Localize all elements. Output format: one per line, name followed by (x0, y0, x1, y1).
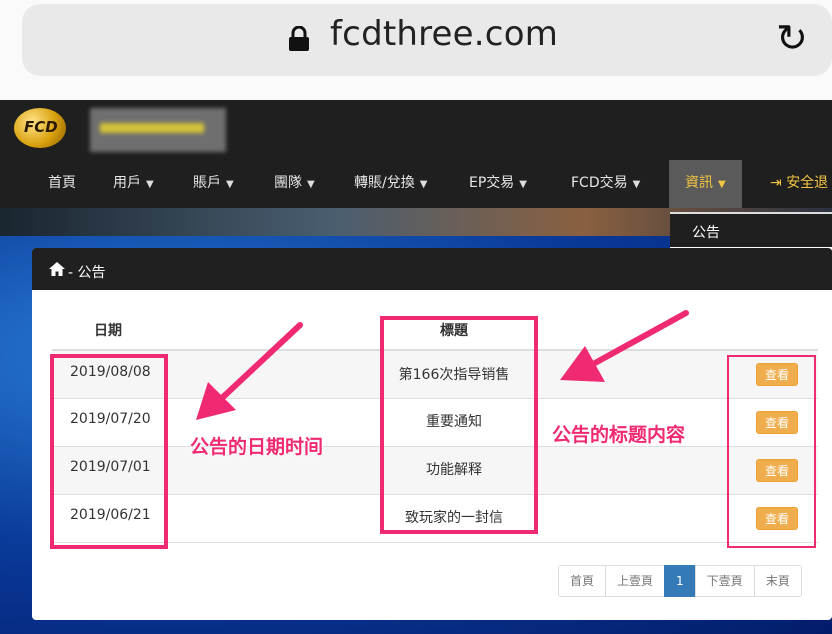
pagination: 首頁 上壹頁 1 下壹頁 末頁 (558, 565, 802, 597)
dropdown-item-announcement[interactable]: 公告 (692, 222, 720, 242)
caret-down-icon: ▼ (146, 179, 154, 190)
nav-item-account[interactable]: 賬戶 ▼ (193, 160, 234, 208)
main-nav: 首頁 用戶 ▼ 賬戶 ▼ 團隊 ▼ 轉賬/兌換 ▼ EP交易 ▼ FCD交易 ▼ 資訊 ▼ ⇥… (0, 160, 832, 208)
nav-item-home[interactable]: 首頁 (48, 160, 76, 208)
annotation-box-dates (50, 354, 168, 549)
url-text[interactable]: fcdthree.com (330, 14, 558, 54)
breadcrumb: - 公告 (68, 265, 106, 281)
annotation-box-buttons (727, 355, 816, 548)
caret-down-icon: ▼ (307, 179, 315, 190)
page-first-button[interactable]: 首頁 (558, 565, 607, 597)
nav-item-info[interactable]: 資訊 ▼ (669, 160, 742, 208)
panel-header (32, 248, 832, 290)
caret-down-icon: ▼ (718, 179, 726, 190)
annotation-label-date: 公告的日期时间 (190, 436, 324, 458)
nav-item-logout[interactable]: ⇥ 安全退 (770, 160, 828, 208)
nav-item-fcd-trade[interactable]: FCD交易 ▼ (571, 160, 640, 208)
caret-down-icon: ▼ (632, 179, 641, 190)
dropdown-divider (670, 212, 832, 214)
annotation-label-title: 公告的标题内容 (552, 424, 686, 446)
nav-item-user[interactable]: 用戶 ▼ (113, 160, 154, 208)
annotation-box-titles (380, 316, 538, 534)
lock-icon (289, 26, 309, 51)
nav-item-transfer[interactable]: 轉賬/兌換 ▼ (354, 160, 427, 208)
caret-down-icon: ▼ (226, 179, 234, 190)
page-next-button[interactable]: 下壹頁 (694, 565, 755, 597)
page-current-button[interactable]: 1 (664, 565, 696, 597)
caret-down-icon: ▼ (419, 179, 428, 190)
page-prev-button[interactable]: 上壹頁 (605, 565, 666, 597)
caret-down-icon: ▼ (519, 179, 527, 190)
reload-icon[interactable]: ↻ (776, 19, 808, 57)
blurred-username-text (100, 123, 204, 133)
nav-item-team[interactable]: 團隊 ▼ (274, 160, 315, 208)
column-header-date: 日期 (94, 323, 122, 339)
logo-text: FCD (24, 118, 58, 136)
logout-icon: ⇥ (770, 175, 782, 191)
page-last-button[interactable]: 末頁 (753, 565, 802, 597)
home-icon[interactable] (49, 262, 65, 276)
nav-item-ep-trade[interactable]: EP交易 ▼ (469, 160, 527, 208)
